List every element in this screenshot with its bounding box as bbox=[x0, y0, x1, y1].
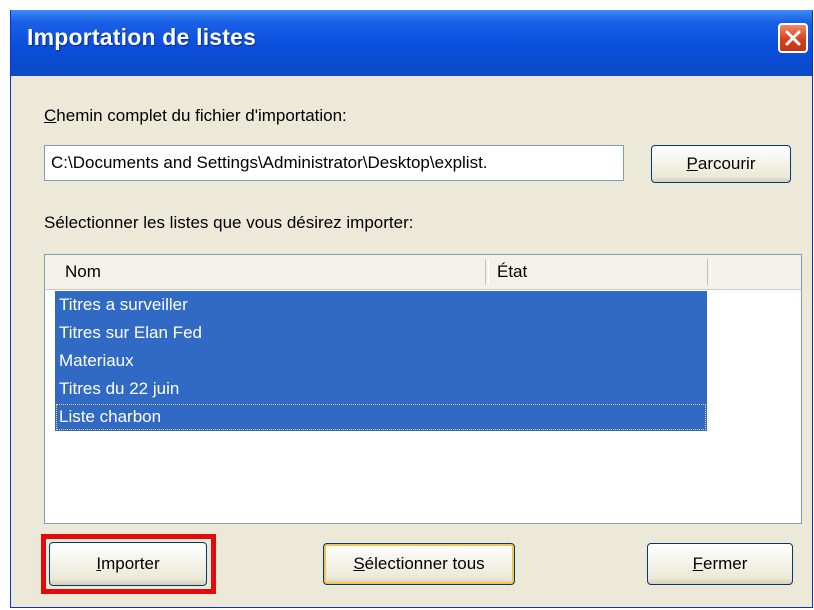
close-dialog-button[interactable]: Fermer bbox=[647, 543, 793, 585]
column-header-nom[interactable]: Nom bbox=[65, 255, 101, 289]
list-header: Nom État bbox=[45, 255, 801, 290]
lists-label: Sélectionner les listes que vous désirez… bbox=[44, 213, 414, 232]
import-lists-dialog: Importation de listes Chemin complet du … bbox=[10, 10, 813, 608]
window-title: Importation de listes bbox=[27, 24, 257, 50]
list-item[interactable]: Materiaux bbox=[55, 347, 707, 375]
column-divider[interactable] bbox=[707, 259, 711, 285]
browse-button-label: Parcourir bbox=[686, 154, 756, 173]
close-button[interactable] bbox=[778, 23, 808, 53]
column-divider[interactable] bbox=[485, 259, 489, 285]
lists-listview[interactable]: Nom État Titres a surveiller Titres sur … bbox=[44, 254, 802, 524]
list-item[interactable]: Titres du 22 juin bbox=[55, 375, 707, 403]
select-all-button-label: Sélectionner tous bbox=[353, 554, 485, 573]
import-highlight-frame bbox=[41, 534, 216, 594]
close-dialog-button-label: Fermer bbox=[692, 554, 748, 573]
browse-button[interactable]: Parcourir bbox=[651, 145, 791, 183]
path-input-value: C:\Documents and Settings\Administrator\… bbox=[51, 153, 488, 172]
list-item[interactable]: Titres sur Elan Fed bbox=[55, 319, 707, 347]
path-input[interactable]: C:\Documents and Settings\Administrator\… bbox=[44, 145, 624, 181]
close-icon bbox=[785, 30, 801, 46]
column-header-etat[interactable]: État bbox=[497, 255, 527, 289]
list-item[interactable]: Titres a surveiller bbox=[55, 291, 707, 319]
title-bar[interactable]: Importation de listes bbox=[11, 10, 812, 76]
path-label: Chemin complet du fichier d'importation: bbox=[44, 106, 347, 125]
list-item[interactable]: Liste charbon bbox=[55, 403, 707, 431]
select-all-button[interactable]: Sélectionner tous bbox=[323, 543, 515, 585]
